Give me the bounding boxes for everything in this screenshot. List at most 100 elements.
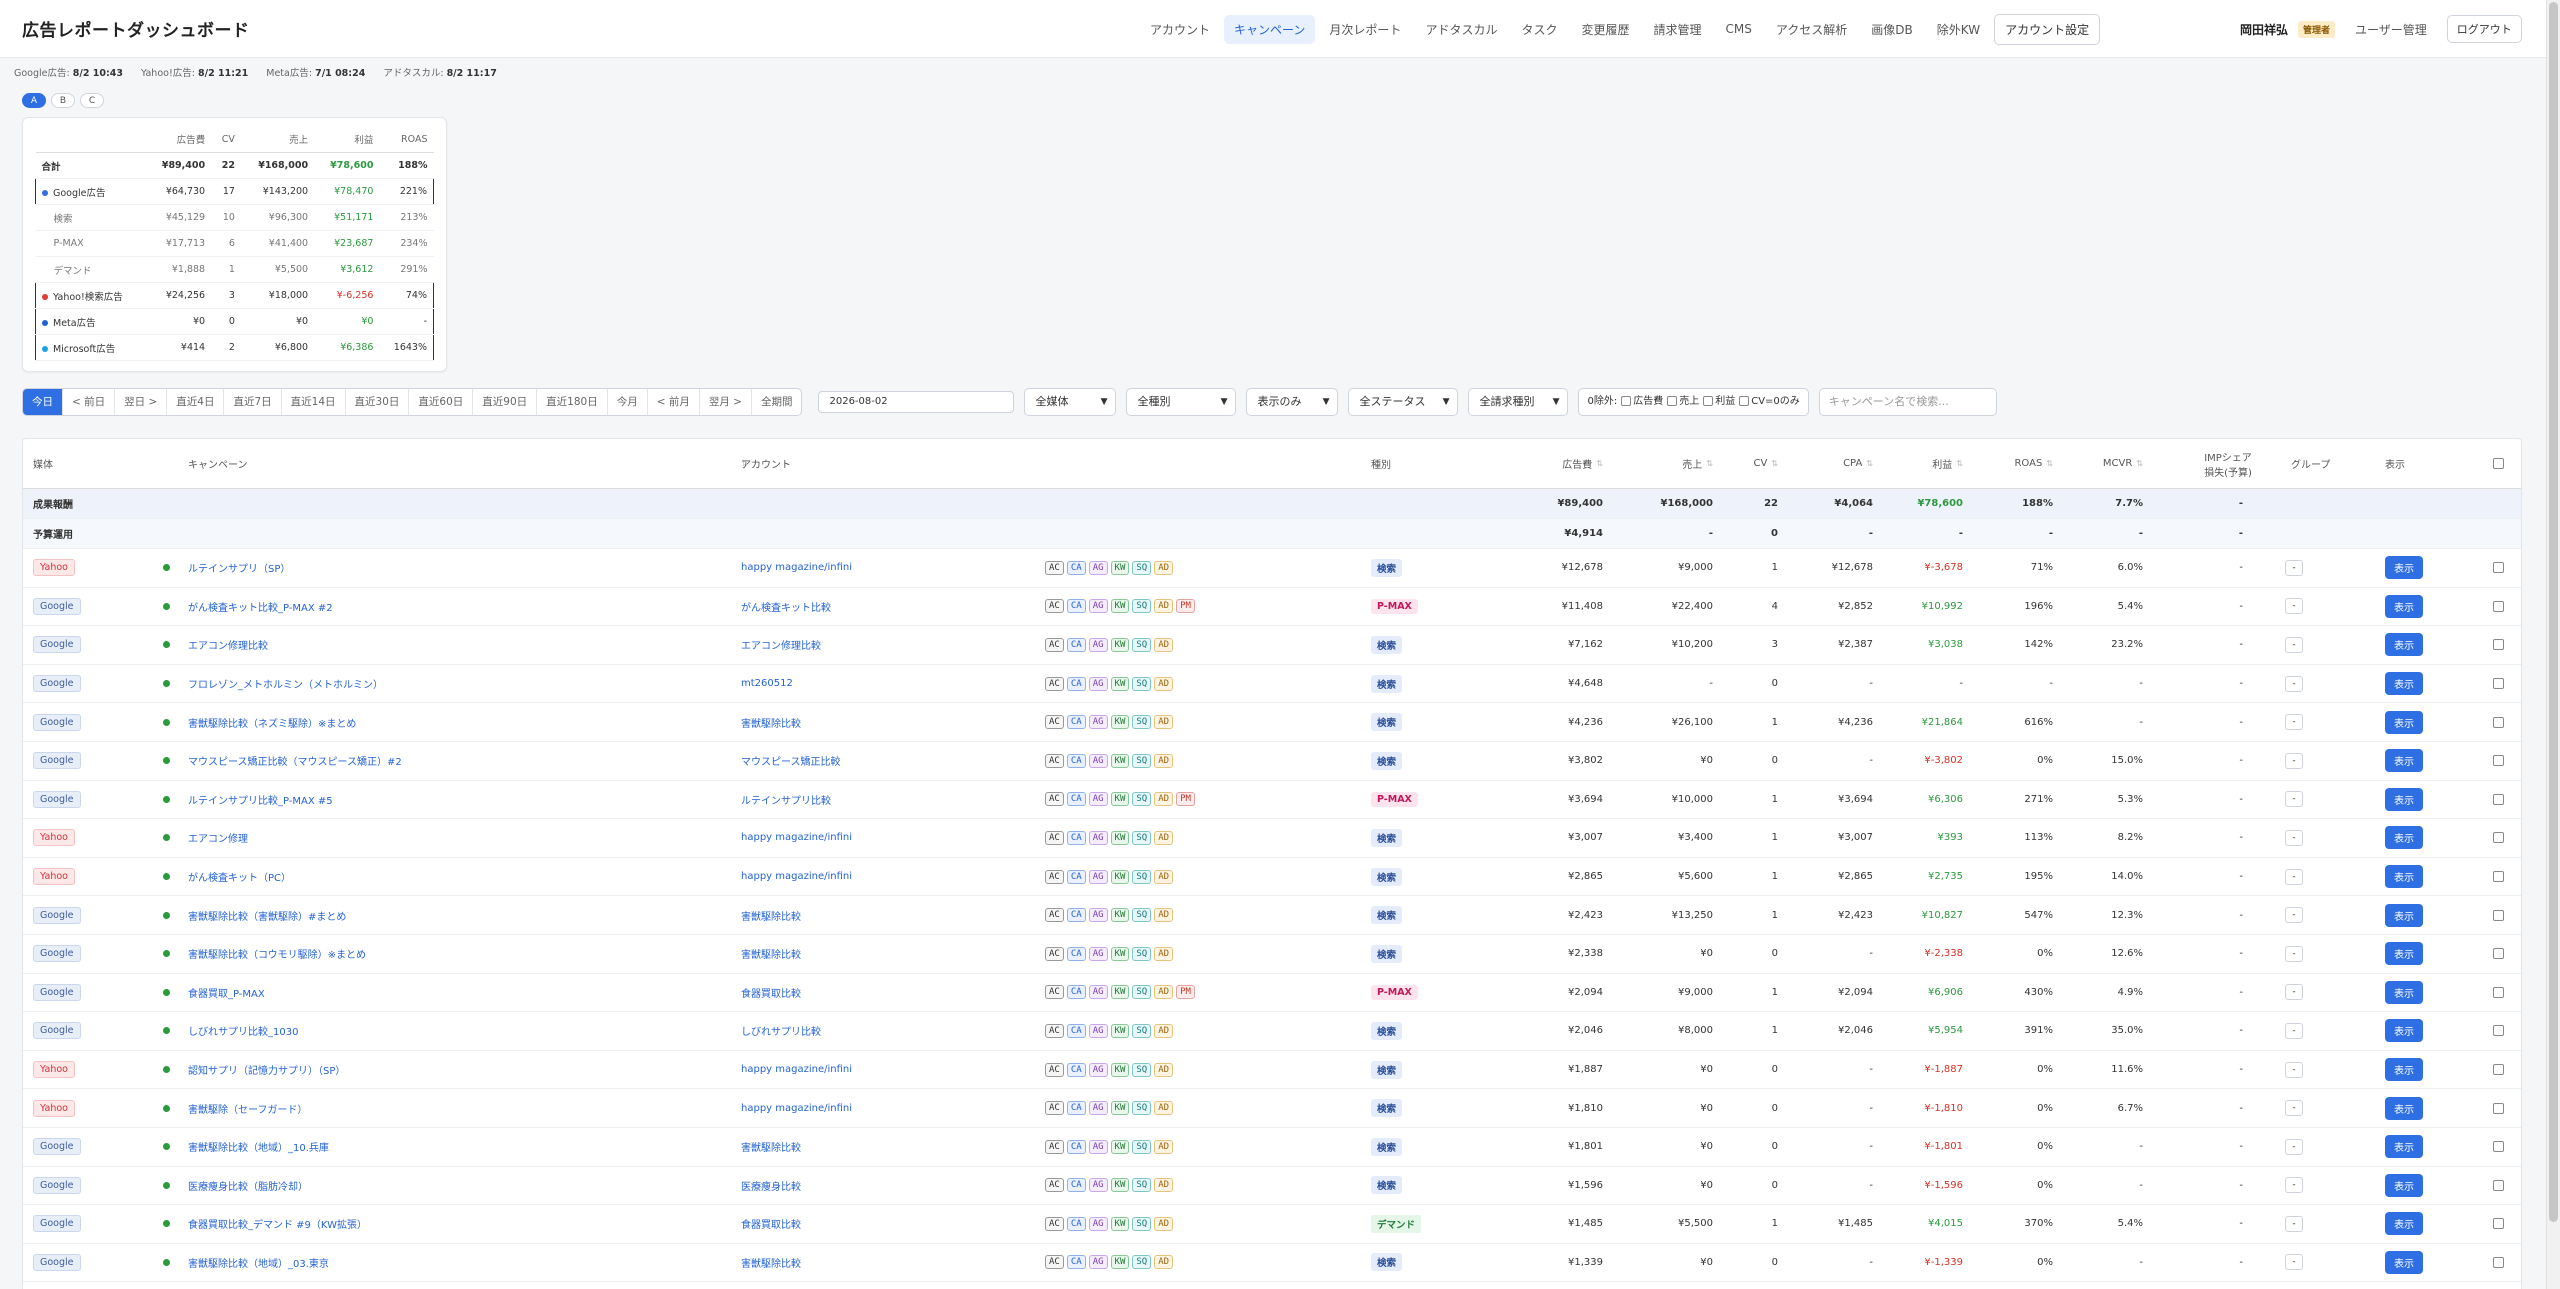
show-button[interactable]: 表示 xyxy=(2385,980,2423,1004)
tag-ad-link[interactable]: AD xyxy=(1154,985,1174,1000)
tag-ac-link[interactable]: AC xyxy=(1045,599,1064,614)
checkbox[interactable] xyxy=(1621,396,1632,406)
group-select[interactable]: - xyxy=(2285,675,2303,692)
tag-ag-link[interactable]: AG xyxy=(1088,1062,1108,1077)
show-button[interactable]: 表示 xyxy=(2385,1096,2423,1120)
tag-ad-link[interactable]: AD xyxy=(1154,869,1174,884)
tag-ad-link[interactable]: AD xyxy=(1154,908,1174,923)
tag-kw-link[interactable]: KW xyxy=(1110,946,1130,961)
tag-pm-link[interactable]: PM xyxy=(1176,599,1195,614)
tag-ag-link[interactable]: AG xyxy=(1088,985,1108,1000)
tag-ca-link[interactable]: CA xyxy=(1066,1216,1086,1231)
tag-sq-link[interactable]: SQ xyxy=(1132,1216,1152,1231)
campaign-name-link[interactable]: フロレゾン_メトホルミン（メトホルミン） xyxy=(188,676,383,691)
show-button[interactable]: 表示 xyxy=(2385,633,2423,657)
campaign-name-link[interactable]: 害獣駆除比較（コウモリ駆除）※まとめ xyxy=(188,946,366,961)
range-button[interactable]: 今日 xyxy=(23,389,63,415)
tag-kw-link[interactable]: KW xyxy=(1110,985,1130,1000)
checkbox[interactable] xyxy=(1667,396,1678,406)
tag-ac-link[interactable]: AC xyxy=(1045,676,1064,691)
show-button[interactable]: 表示 xyxy=(2385,710,2423,734)
tag-sq-link[interactable]: SQ xyxy=(1132,1178,1152,1193)
account-link[interactable]: 食器買取比較 xyxy=(741,985,801,1000)
show-button[interactable]: 表示 xyxy=(2385,749,2423,773)
tag-ca-link[interactable]: CA xyxy=(1066,753,1086,768)
campaign-name-link[interactable]: がん検査キット比較_P-MAX #2 xyxy=(188,599,333,614)
range-button[interactable]: 直近60日 xyxy=(409,389,474,415)
campaign-name-link[interactable]: ルテインサプリ（SP） xyxy=(188,560,290,575)
row-checkbox[interactable] xyxy=(2493,716,2504,728)
row-checkbox[interactable] xyxy=(2493,1179,2504,1191)
col-header-campaign[interactable]: キャンペーン ⇅ xyxy=(188,439,748,488)
tag-ag-link[interactable]: AG xyxy=(1088,1216,1108,1231)
logout-button[interactable]: ログアウト xyxy=(2446,15,2522,43)
col-header-profit[interactable]: 利益 ⇅ xyxy=(1873,439,1963,488)
campaign-search-input[interactable]: キャンペーン名で検索... xyxy=(1818,388,1997,416)
tag-ca-link[interactable]: CA xyxy=(1066,1023,1086,1038)
tag-ca-link[interactable]: CA xyxy=(1066,869,1086,884)
tag-kw-link[interactable]: KW xyxy=(1110,1255,1130,1270)
group-select[interactable]: - xyxy=(2285,598,2303,615)
range-button[interactable]: < 前月 xyxy=(648,389,700,415)
group-select[interactable]: - xyxy=(2285,868,2303,885)
tag-ca-link[interactable]: CA xyxy=(1066,560,1086,575)
sort-icon[interactable]: ⇅ xyxy=(1706,459,1713,468)
nav-monthly-report[interactable]: 月次レポート xyxy=(1319,15,1411,44)
tag-ac-link[interactable]: AC xyxy=(1045,753,1064,768)
tag-ad-link[interactable]: AD xyxy=(1154,637,1174,652)
col-header-roas[interactable]: ROAS ⇅ xyxy=(1963,439,2053,488)
checkbox[interactable] xyxy=(1703,396,1714,406)
account-link[interactable]: 害獣駆除比較 xyxy=(741,1139,801,1154)
tag-ad-link[interactable]: AD xyxy=(1154,599,1174,614)
show-button[interactable]: 表示 xyxy=(2385,672,2423,696)
range-button[interactable]: 直近14日 xyxy=(282,389,346,415)
row-checkbox[interactable] xyxy=(2493,793,2504,805)
nav-adtaskal[interactable]: アドタスカル xyxy=(1415,15,1507,44)
row-checkbox[interactable] xyxy=(2493,1102,2504,1114)
tag-kw-link[interactable]: KW xyxy=(1110,560,1130,575)
checkbox[interactable] xyxy=(1739,396,1750,406)
campaign-name-link[interactable]: 害獣駆除比較（害獣駆除）#まとめ xyxy=(188,908,346,923)
account-link[interactable]: がん検査キット比較 xyxy=(741,599,831,614)
group-select[interactable]: - xyxy=(2285,1177,2303,1194)
show-button[interactable]: 表示 xyxy=(2385,1058,2423,1082)
row-checkbox[interactable] xyxy=(2493,948,2504,960)
tag-kw-link[interactable]: KW xyxy=(1110,1216,1130,1231)
tag-kw-link[interactable]: KW xyxy=(1110,1139,1130,1154)
scrollbar-thumb[interactable] xyxy=(2549,2,2558,1222)
tag-ad-link[interactable]: AD xyxy=(1154,1101,1174,1116)
filter-select[interactable]: 全媒体 ▼ xyxy=(1024,388,1117,416)
row-checkbox[interactable] xyxy=(2493,678,2504,690)
account-link[interactable]: happy magazine/infini xyxy=(741,1064,852,1075)
tag-kw-link[interactable]: KW xyxy=(1110,792,1130,807)
tag-ac-link[interactable]: AC xyxy=(1045,985,1064,1000)
range-button[interactable]: 翌日 > xyxy=(115,389,168,415)
col-header-sales[interactable]: 売上 ⇅ xyxy=(1603,439,1713,488)
sort-icon[interactable]: ⇅ xyxy=(2046,459,2053,468)
show-button[interactable]: 表示 xyxy=(2385,865,2423,889)
tag-kw-link[interactable]: KW xyxy=(1110,1178,1130,1193)
account-link[interactable]: 医療痩身比較 xyxy=(741,1178,801,1193)
show-button[interactable]: 表示 xyxy=(2385,1173,2423,1197)
row-checkbox[interactable] xyxy=(2493,1064,2504,1076)
tag-ac-link[interactable]: AC xyxy=(1045,1216,1064,1231)
tag-ag-link[interactable]: AG xyxy=(1088,1023,1108,1038)
tag-sq-link[interactable]: SQ xyxy=(1132,1062,1152,1077)
tag-ac-link[interactable]: AC xyxy=(1045,792,1064,807)
tag-ag-link[interactable]: AG xyxy=(1088,676,1108,691)
row-checkbox[interactable] xyxy=(2493,1025,2504,1037)
col-header-type[interactable]: 種別 xyxy=(1371,439,1471,488)
sort-icon[interactable]: ⇅ xyxy=(1866,459,1873,468)
tag-kw-link[interactable]: KW xyxy=(1110,830,1130,845)
campaign-name-link[interactable]: 害獣駆除比較（地域）_03.東京 xyxy=(188,1255,329,1270)
tag-sq-link[interactable]: SQ xyxy=(1132,1023,1152,1038)
tag-sq-link[interactable]: SQ xyxy=(1132,985,1152,1000)
tag-ca-link[interactable]: CA xyxy=(1066,908,1086,923)
group-select[interactable]: - xyxy=(2285,1100,2303,1117)
range-button[interactable]: 翌月 > xyxy=(700,389,752,415)
tag-ac-link[interactable]: AC xyxy=(1045,637,1064,652)
nav-account-settings[interactable]: アカウント設定 xyxy=(1994,13,2101,45)
tag-ad-link[interactable]: AD xyxy=(1154,560,1174,575)
account-link[interactable]: マウスピース矯正比較 xyxy=(741,753,841,768)
filter-select[interactable]: 全ステータス ▼ xyxy=(1348,388,1459,416)
